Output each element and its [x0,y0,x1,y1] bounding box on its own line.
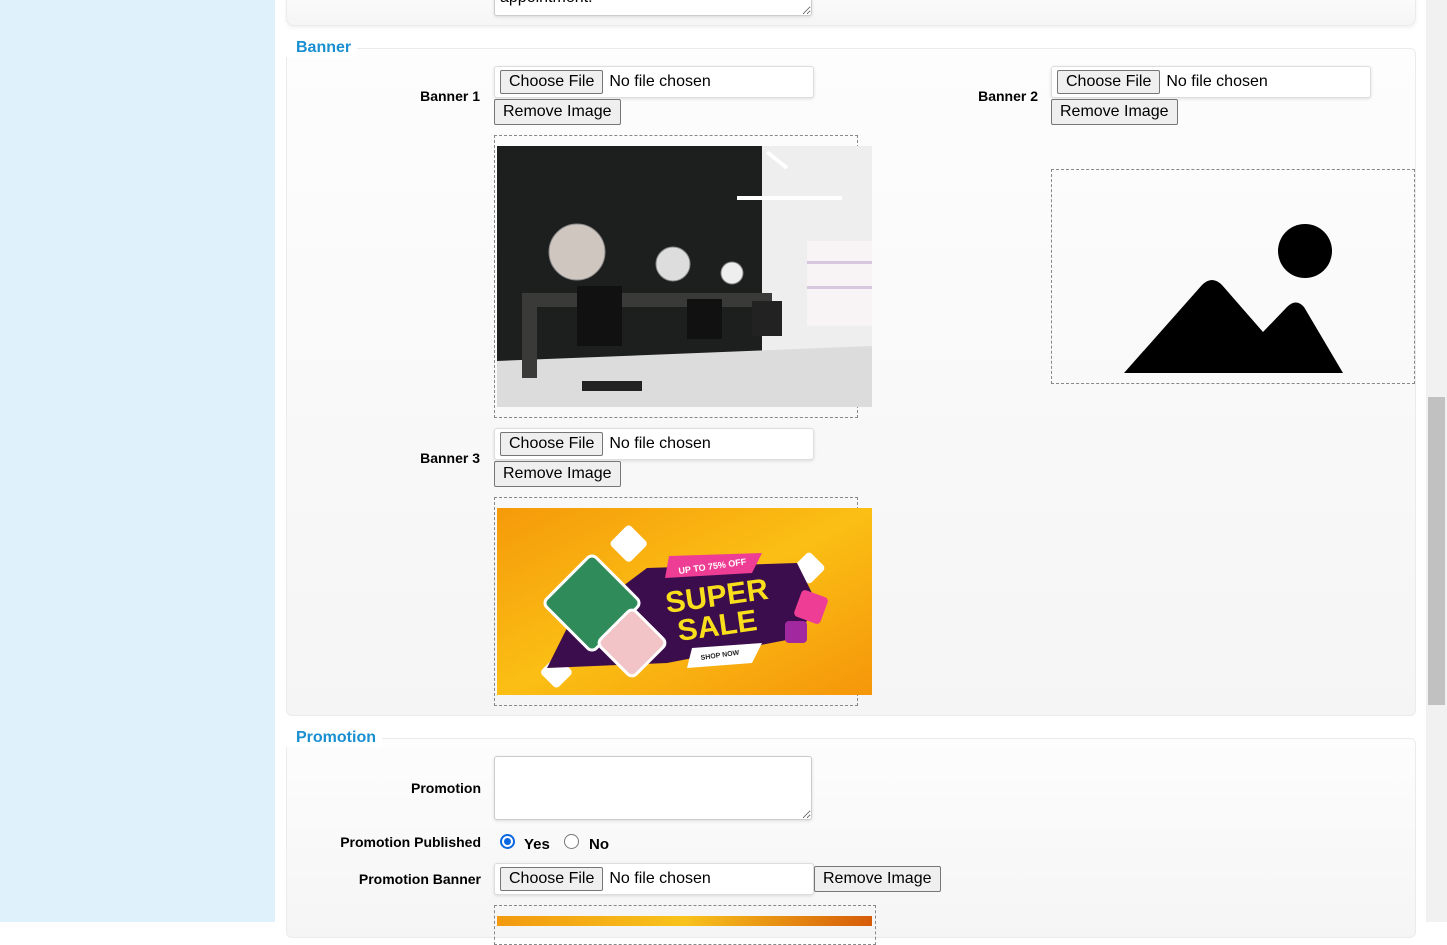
banner-3-choose-file-button[interactable]: Choose File [500,432,604,456]
salon-interior-photo [497,146,872,407]
image-placeholder-icon [1124,224,1343,373]
promotion-banner-choose-file-button[interactable]: Choose File [500,867,604,891]
published-yes-radio[interactable] [500,834,515,849]
super-sale-banner: UP TO 75% OFF SUPER SALE SHOP NOW [497,508,872,695]
previous-textarea[interactable]: appointment. [494,0,812,16]
banner-legend: Banner [286,39,358,57]
banner-2-image-frame [1051,169,1415,384]
published-no-radio[interactable] [564,834,579,849]
promotion-published-label: Promotion Published [340,834,481,850]
banner-2-file-input[interactable]: Choose File No file chosen [1051,66,1371,98]
banner-1-file-input[interactable]: Choose File No file chosen [494,66,814,98]
banner-2-remove-image-button[interactable]: Remove Image [1051,99,1178,125]
banner-1-remove-image-button[interactable]: Remove Image [494,99,621,125]
promotion-textarea[interactable] [494,756,812,820]
banner-3-remove-image-button[interactable]: Remove Image [494,461,621,487]
banner-3-label: Banner 3 [420,450,480,466]
banner-1-label: Banner 1 [420,88,480,104]
banner-2-choose-file-button[interactable]: Choose File [1057,70,1161,94]
scrollbar-thumb[interactable] [1428,397,1445,705]
promotion-banner-remove-image-button[interactable]: Remove Image [814,866,941,892]
banner-2-label: Banner 2 [978,88,1038,104]
page-scrollbar[interactable] [1426,0,1447,922]
banner-3-file-status: No file chosen [609,435,711,452]
banner-1-file-status: No file chosen [609,73,711,90]
promotion-label: Promotion [411,780,481,796]
promotion-legend: Promotion [286,729,382,747]
promotion-banner-image [497,916,872,926]
promotion-banner-file-input[interactable]: Choose File No file chosen [494,863,814,895]
banner-2-file-status: No file chosen [1166,73,1268,90]
previous-panel [286,0,1416,26]
banner-1-choose-file-button[interactable]: Choose File [500,70,604,94]
published-no-label[interactable]: No [589,836,609,853]
promotion-banner-file-status: No file chosen [609,870,711,887]
left-sidebar [0,0,275,922]
published-yes-label[interactable]: Yes [524,836,550,853]
promotion-banner-label: Promotion Banner [358,871,481,887]
banner-3-file-input[interactable]: Choose File No file chosen [494,428,814,460]
